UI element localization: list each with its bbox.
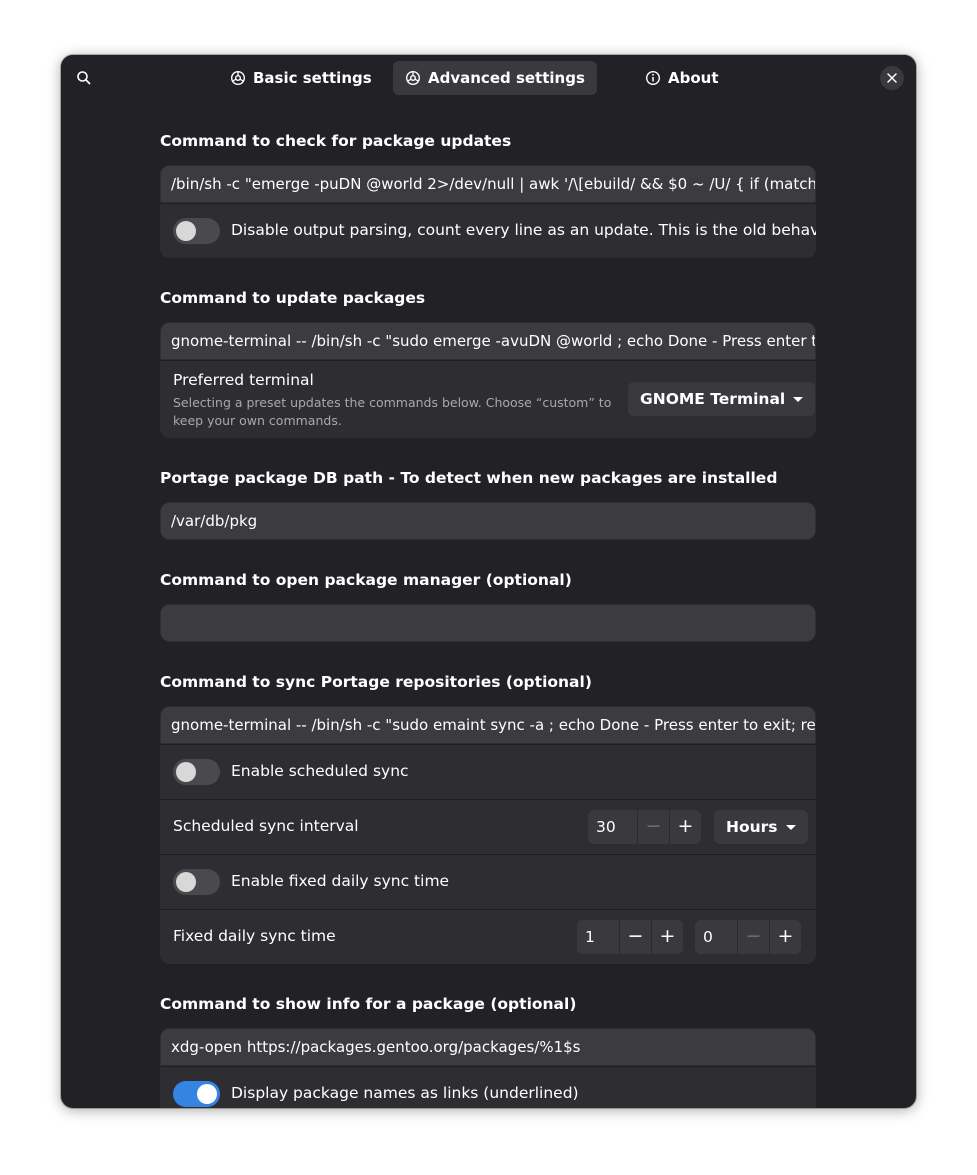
check-updates-card: /bin/sh -c "emerge -puDN @world 2>/dev/n… — [160, 165, 816, 258]
sync-interval-spinner: 30 − + — [588, 810, 701, 844]
decrement-button[interactable]: − — [737, 920, 769, 954]
links-row: Display package names as links (underlin… — [160, 1066, 816, 1108]
sync-interval-row: Scheduled sync interval 30 − + Hours — [160, 799, 816, 854]
fixed-hour-spinner: 1 − + — [577, 920, 683, 954]
links-switch[interactable] — [173, 1081, 220, 1107]
sync-command-field[interactable]: gnome-terminal -- /bin/sh -c "sudo emain… — [161, 707, 815, 743]
header-bar: Basic settings Advanced settings About — [61, 55, 916, 101]
sync-card: gnome-terminal -- /bin/sh -c "sudo emain… — [160, 706, 816, 964]
fixed-hour-value[interactable]: 1 — [577, 920, 619, 954]
scheduled-sync-row: Enable scheduled sync — [160, 744, 816, 799]
gear-icon — [230, 70, 246, 86]
info-icon — [645, 70, 661, 86]
db-path-field[interactable]: /var/db/pkg — [161, 503, 815, 539]
db-path-card: /var/db/pkg — [160, 502, 816, 540]
settings-window: Basic settings Advanced settings About C… — [61, 55, 916, 1108]
package-manager-field[interactable] — [161, 605, 815, 641]
tab-advanced-settings[interactable]: Advanced settings — [393, 61, 597, 95]
links-label: Display package names as links (underlin… — [231, 1084, 579, 1102]
preferred-terminal-label: Preferred terminal — [173, 371, 314, 389]
update-packages-card: gnome-terminal -- /bin/sh -c "sudo emerg… — [160, 322, 816, 438]
update-command-field[interactable]: gnome-terminal -- /bin/sh -c "sudo emerg… — [161, 323, 815, 359]
preferred-terminal-description: Selecting a preset updates the commands … — [173, 395, 612, 428]
fixed-sync-label: Enable fixed daily sync time — [231, 872, 450, 890]
sync-interval-label: Scheduled sync interval — [173, 817, 359, 835]
terminal-dropdown[interactable]: GNOME Terminal — [628, 382, 816, 416]
preferred-terminal-row: Preferred terminal Selecting a preset up… — [160, 360, 816, 438]
tab-label: Basic settings — [253, 69, 372, 87]
increment-button[interactable]: + — [669, 810, 701, 844]
tab-basic-settings[interactable]: Basic settings — [218, 61, 384, 95]
close-button[interactable] — [880, 66, 904, 90]
disable-parsing-switch[interactable] — [173, 218, 220, 244]
chevron-down-icon — [785, 824, 796, 830]
sync-title: Command to sync Portage repositories (op… — [160, 673, 592, 691]
fixed-sync-time-row: Fixed daily sync time 1 − + 0 − + — [160, 909, 816, 964]
check-updates-command-field[interactable]: /bin/sh -c "emerge -puDN @world 2>/dev/n… — [161, 166, 815, 202]
fixed-sync-switch[interactable] — [173, 869, 220, 895]
scheduled-sync-switch[interactable] — [173, 759, 220, 785]
scheduled-sync-label: Enable scheduled sync — [231, 762, 409, 780]
fixed-sync-time-label: Fixed daily sync time — [173, 927, 336, 945]
info-card: xdg-open https://packages.gentoo.org/pac… — [160, 1028, 816, 1108]
decrement-button[interactable]: − — [637, 810, 669, 844]
fixed-sync-row: Enable fixed daily sync time — [160, 854, 816, 909]
close-icon — [887, 73, 897, 83]
update-packages-title: Command to update packages — [160, 289, 426, 307]
package-manager-title: Command to open package manager (optiona… — [160, 571, 572, 589]
interval-unit-value: Hours — [726, 818, 778, 836]
package-manager-card — [160, 604, 816, 642]
disable-parsing-label: Disable output parsing, count every line… — [231, 221, 816, 239]
disable-parsing-row: Disable output parsing, count every line… — [160, 203, 816, 258]
decrement-button[interactable]: − — [619, 920, 651, 954]
info-title: Command to show info for a package (opti… — [160, 995, 577, 1013]
info-command-field[interactable]: xdg-open https://packages.gentoo.org/pac… — [161, 1029, 815, 1065]
gear-icon — [405, 70, 421, 86]
sync-interval-value[interactable]: 30 — [588, 810, 637, 844]
fixed-minute-spinner: 0 − + — [695, 920, 801, 954]
terminal-dropdown-value: GNOME Terminal — [640, 390, 786, 408]
interval-unit-dropdown[interactable]: Hours — [714, 810, 808, 844]
search-icon[interactable] — [75, 69, 93, 87]
check-updates-title: Command to check for package updates — [160, 132, 512, 150]
increment-button[interactable]: + — [651, 920, 683, 954]
tab-label: About — [668, 69, 719, 87]
increment-button[interactable]: + — [769, 920, 801, 954]
chevron-down-icon — [793, 396, 804, 402]
tab-about[interactable]: About — [633, 61, 731, 95]
fixed-minute-value[interactable]: 0 — [695, 920, 737, 954]
tab-label: Advanced settings — [428, 69, 585, 87]
db-path-title: Portage package DB path - To detect when… — [160, 469, 778, 487]
